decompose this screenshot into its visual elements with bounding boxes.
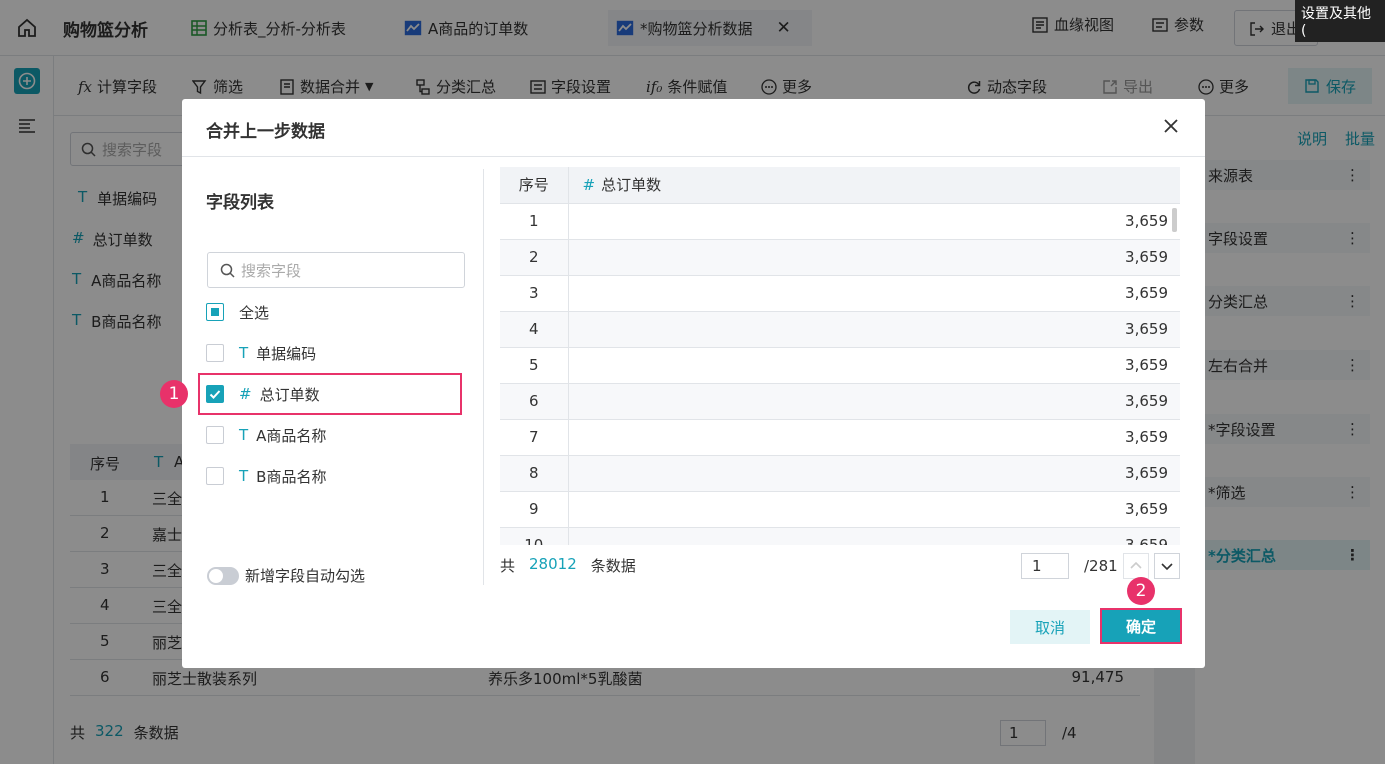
cancel-button[interactable]: 取消	[1010, 610, 1090, 644]
dialog-title: 合并上一步数据	[206, 122, 325, 142]
step-badge-2: 2	[1127, 577, 1155, 605]
divider	[182, 156, 1205, 157]
field-checkbox[interactable]	[206, 385, 224, 403]
table-row: 7 3,659	[500, 419, 1180, 456]
field-checkbox[interactable]	[206, 344, 224, 362]
total-pages: /281	[1084, 557, 1118, 575]
table-footer: 共 28012 条数据	[500, 555, 636, 575]
table-row: 5 3,659	[500, 347, 1180, 384]
field-item[interactable]: # 总订单数	[206, 382, 320, 406]
field-item[interactable]: T A商品名称	[206, 423, 326, 447]
auto-check-toggle[interactable]	[207, 566, 239, 585]
row-index: 6	[500, 383, 569, 420]
settings-tooltip-top: 设置及其他 (	[1295, 0, 1385, 42]
table-row: 3 3,659	[500, 275, 1180, 312]
preview-table-viewport[interactable]: 序号 # 总订单数 1 3,659 2 3,659 3 3,659 4 3,659 5 3,659 6…	[500, 167, 1180, 545]
row-value: 3,659	[568, 419, 1180, 456]
table-row: 10 3,659	[500, 527, 1180, 545]
field-checkbox[interactable]	[206, 467, 224, 485]
text-type-icon: T	[239, 426, 249, 444]
chevron-up-icon[interactable]	[1123, 553, 1149, 579]
row-index: 10	[500, 527, 569, 545]
table-row: 2 3,659	[500, 239, 1180, 276]
header-field: # 总订单数	[568, 167, 1180, 204]
table-row: 8 3,659	[500, 455, 1180, 492]
table-row: 1 3,659	[500, 203, 1180, 240]
chevron-down-icon[interactable]	[1154, 553, 1180, 579]
number-type-icon: #	[239, 385, 252, 403]
row-value: 3,659	[568, 311, 1180, 348]
field-item[interactable]: T 单据编码	[206, 341, 316, 365]
row-value: 3,659	[568, 491, 1180, 528]
panel-divider	[483, 169, 484, 585]
row-value: 3,659	[568, 239, 1180, 276]
text-type-icon: T	[239, 344, 249, 362]
merge-dialog: 合并上一步数据 字段列表 搜索字段 全选 T 单据编码 # 总订单数 T A商品…	[182, 99, 1205, 668]
row-value: 3,659	[568, 383, 1180, 420]
row-value: 3,659	[568, 275, 1180, 312]
search-icon	[220, 263, 235, 278]
auto-check-toggle-row: 新增字段自动勾选	[207, 565, 365, 586]
scrollbar-thumb[interactable]	[1172, 208, 1177, 232]
row-index: 7	[500, 419, 569, 456]
select-all-item[interactable]: 全选	[206, 300, 269, 324]
preview-table: 序号 # 总订单数 1 3,659 2 3,659 3 3,659 4 3,659 5 3,659 6…	[500, 167, 1180, 545]
row-index: 9	[500, 491, 569, 528]
row-index: 1	[500, 203, 569, 240]
header-index: 序号	[500, 167, 569, 204]
row-index: 3	[500, 275, 569, 312]
table-row: 4 3,659	[500, 311, 1180, 348]
row-index: 2	[500, 239, 569, 276]
row-value: 3,659	[568, 527, 1180, 545]
number-type-icon: #	[582, 176, 596, 195]
close-icon[interactable]	[1162, 117, 1180, 135]
confirm-button[interactable]: 确定	[1100, 608, 1182, 644]
row-value: 3,659	[568, 347, 1180, 384]
field-list-title: 字段列表	[206, 193, 274, 213]
page-input[interactable]: 1	[1021, 553, 1069, 579]
select-all-checkbox[interactable]	[206, 303, 224, 321]
row-value: 3,659	[568, 455, 1180, 492]
field-checkbox[interactable]	[206, 426, 224, 444]
row-value: 3,659	[568, 203, 1180, 240]
step-badge-1: 1	[160, 380, 188, 408]
row-index: 8	[500, 455, 569, 492]
table-row: 6 3,659	[500, 383, 1180, 420]
search-input[interactable]: 搜索字段	[207, 252, 465, 288]
row-index: 4	[500, 311, 569, 348]
row-index: 5	[500, 347, 569, 384]
field-item[interactable]: T B商品名称	[206, 464, 326, 488]
table-row: 9 3,659	[500, 491, 1180, 528]
text-type-icon: T	[239, 467, 249, 485]
